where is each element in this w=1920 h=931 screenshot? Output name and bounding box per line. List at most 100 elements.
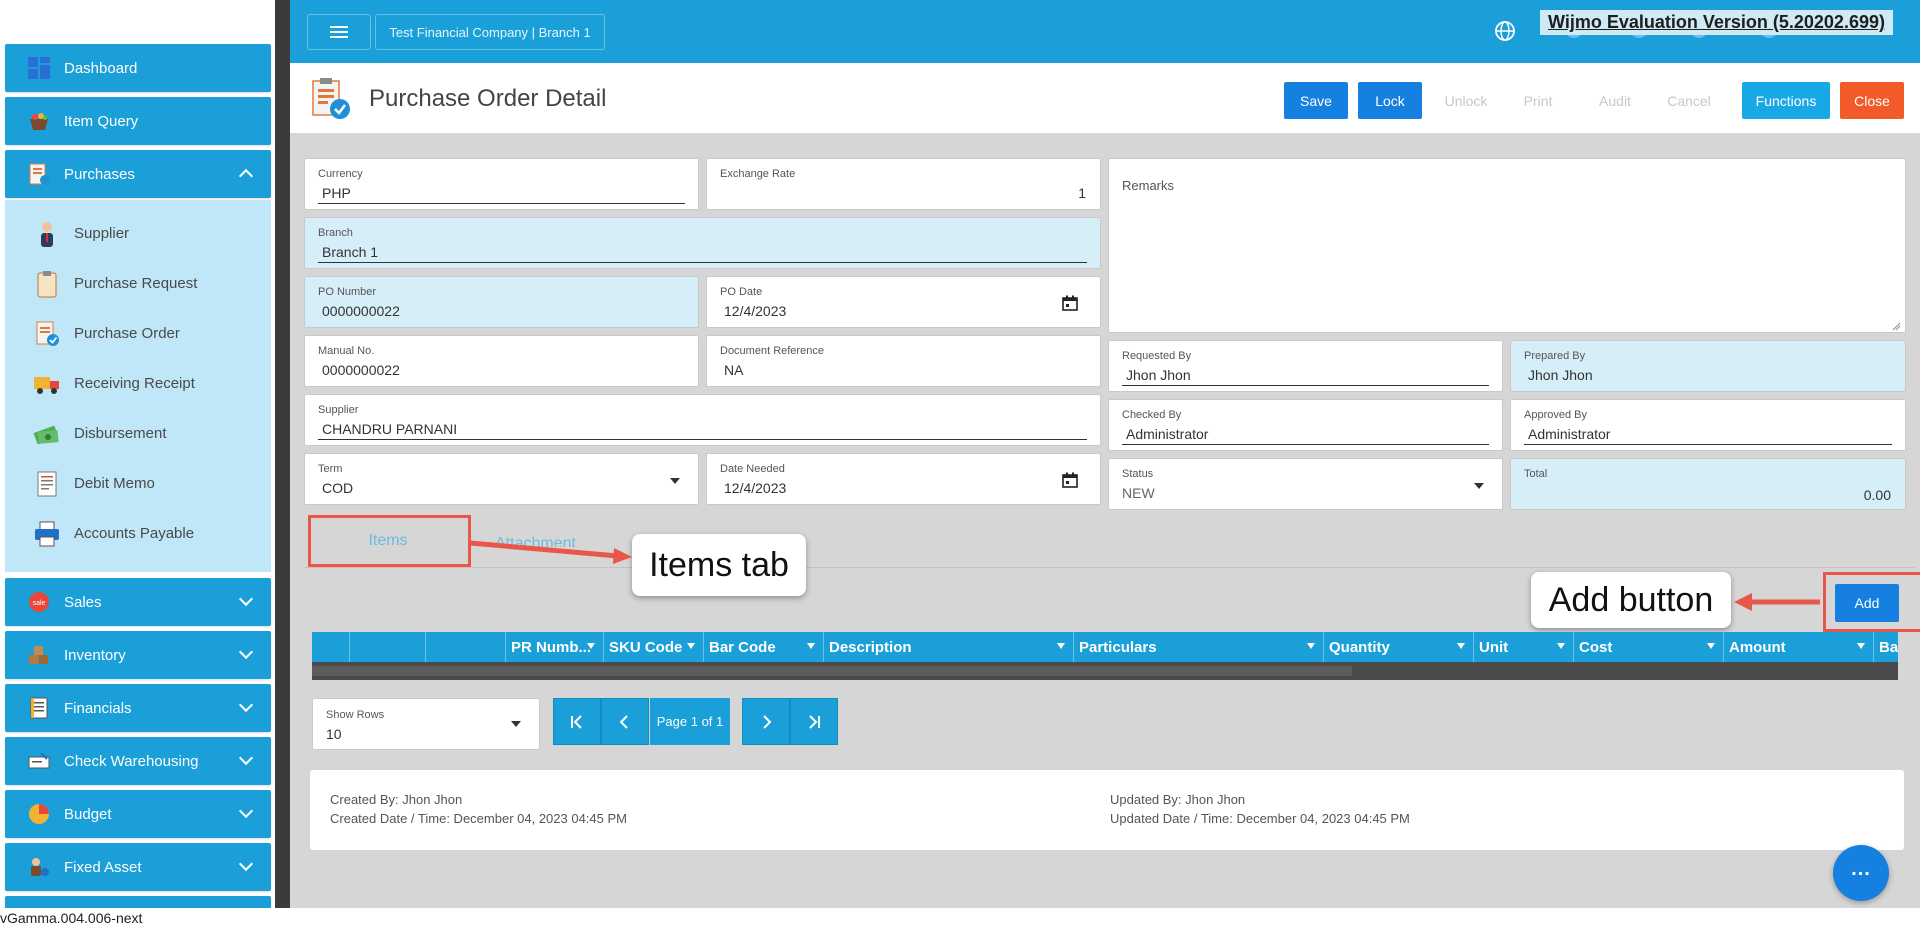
- sidebar-item-fixed-asset[interactable]: Fixed Asset: [5, 843, 271, 891]
- field-value: Administrator: [1528, 426, 1611, 442]
- sidebar-subitem-label: Purchase Request: [74, 274, 198, 292]
- filter-icon[interactable]: [807, 643, 815, 649]
- updated-date: Updated Date / Time: December 04, 2023 0…: [1110, 811, 1410, 826]
- print-button[interactable]: Print: [1510, 82, 1566, 119]
- sidebar-item-dashboard[interactable]: Dashboard: [5, 44, 271, 92]
- checked-by-field[interactable]: Checked By Administrator: [1108, 399, 1503, 451]
- sidebar-item-check-warehousing[interactable]: Check Warehousing: [5, 737, 271, 785]
- grid-header-bar-code[interactable]: Bar Code: [704, 632, 824, 662]
- po-date-field[interactable]: PO Date 12/4/2023: [706, 276, 1101, 328]
- column-label: Description: [829, 638, 912, 656]
- sidebar-item-label: Check Warehousing: [64, 752, 199, 770]
- filter-icon[interactable]: [1707, 643, 1715, 649]
- field-label: PO Date: [720, 286, 763, 298]
- date-needed-field[interactable]: Date Needed 12/4/2023: [706, 453, 1101, 505]
- sidebar-subitem-purchase-request[interactable]: Purchase Request: [5, 261, 271, 305]
- grid-header-quantity[interactable]: Quantity: [1324, 632, 1474, 662]
- field-label: Supplier: [318, 404, 359, 416]
- add-item-button[interactable]: Add: [1835, 584, 1899, 622]
- filter-icon[interactable]: [1057, 643, 1065, 649]
- scrollbar-thumb[interactable]: [312, 666, 1352, 676]
- chevron-left-icon: [619, 714, 628, 729]
- wijmo-watermark[interactable]: Wijmo Evaluation Version (5.20202.699): [1540, 10, 1893, 35]
- tab-divider: [305, 567, 1915, 568]
- sidebar-subitem-purchase-order[interactable]: Purchase Order: [5, 311, 271, 355]
- currency-field[interactable]: Currency PHP: [304, 158, 699, 210]
- functions-button[interactable]: Functions: [1742, 82, 1830, 119]
- sidebar-item-purchases[interactable]: Purchases: [5, 150, 271, 198]
- grid-header-pr-number[interactable]: PR Numb...: [506, 632, 604, 662]
- sidebar-item-financials[interactable]: Financials: [5, 684, 271, 732]
- field-label: Currency: [318, 168, 363, 180]
- field-label: Prepared By: [1524, 350, 1586, 362]
- term-select[interactable]: Term COD: [304, 453, 699, 505]
- cancel-button[interactable]: Cancel: [1656, 82, 1722, 119]
- created-by: Created By: Jhon Jhon: [330, 792, 463, 807]
- branch-field[interactable]: Branch Branch 1: [304, 217, 1101, 269]
- field-label: Show Rows: [326, 709, 385, 721]
- calendar-icon[interactable]: [1062, 472, 1078, 488]
- column-label: Bas: [1879, 638, 1898, 656]
- manual-no-field[interactable]: Manual No. 0000000022: [304, 335, 699, 387]
- lock-button[interactable]: Lock: [1358, 82, 1422, 119]
- sidebar-subitem-receiving-receipt[interactable]: Receiving Receipt: [5, 361, 271, 405]
- filter-icon[interactable]: [1557, 643, 1565, 649]
- sidebar-item-inventory[interactable]: Inventory: [5, 631, 271, 679]
- grid-header-blank: [350, 632, 426, 662]
- grid-header-description[interactable]: Description: [824, 632, 1074, 662]
- chevron-right-icon: [763, 714, 772, 729]
- sidebar-item-more[interactable]: [5, 896, 271, 908]
- memo-icon: [32, 469, 62, 499]
- sidebar-subitem-disbursement[interactable]: Disbursement: [5, 411, 271, 455]
- requested-by-field[interactable]: Requested By Jhon Jhon: [1108, 340, 1503, 392]
- status-select[interactable]: Status NEW: [1108, 458, 1503, 510]
- sidebar-item-item-query[interactable]: Item Query: [5, 97, 271, 145]
- more-actions-fab[interactable]: ...: [1833, 845, 1889, 901]
- unlock-button[interactable]: Unlock: [1432, 82, 1500, 119]
- sidebar-subitem-accounts-payable[interactable]: Accounts Payable: [5, 511, 271, 555]
- items-tab-highlight: [308, 515, 471, 567]
- menu-toggle-button[interactable]: [307, 14, 371, 50]
- sidebar-item-label: Fixed Asset: [64, 858, 142, 876]
- sidebar-subitem-label: Disbursement: [74, 424, 167, 442]
- supplier-field[interactable]: Supplier CHANDRU PARNANI: [304, 394, 1101, 446]
- globe-icon[interactable]: [1494, 20, 1516, 42]
- grid-header-particulars[interactable]: Particulars: [1074, 632, 1324, 662]
- filter-icon[interactable]: [1307, 643, 1315, 649]
- grid-header-amount[interactable]: Amount: [1724, 632, 1874, 662]
- filter-icon[interactable]: [687, 643, 695, 649]
- company-branch-selector[interactable]: Test Financial Company | Branch 1: [375, 14, 605, 50]
- grid-header-cost[interactable]: Cost: [1574, 632, 1724, 662]
- show-rows-select[interactable]: Show Rows 10: [312, 698, 540, 750]
- calendar-icon[interactable]: [1062, 295, 1078, 311]
- filter-icon[interactable]: [1457, 643, 1465, 649]
- column-label: Bar Code: [709, 638, 776, 656]
- close-button[interactable]: Close: [1840, 82, 1904, 119]
- grid-header-unit[interactable]: Unit: [1474, 632, 1574, 662]
- sidebar-item-label: Budget: [64, 805, 112, 823]
- column-label: Cost: [1579, 638, 1613, 656]
- grid-header-base[interactable]: Bas: [1874, 632, 1898, 662]
- filter-icon[interactable]: [587, 643, 595, 649]
- remarks-textarea[interactable]: Remarks: [1108, 158, 1906, 333]
- sidebar-item-budget[interactable]: Budget: [5, 790, 271, 838]
- approved-by-field[interactable]: Approved By Administrator: [1510, 399, 1906, 451]
- grid-horizontal-scrollbar[interactable]: [312, 662, 1898, 680]
- sidebar-subitem-supplier[interactable]: Supplier: [5, 211, 271, 255]
- grid-header-sku-code[interactable]: SKU Code: [604, 632, 704, 662]
- previous-page-button[interactable]: [601, 698, 649, 745]
- svg-text:sale: sale: [33, 600, 46, 607]
- next-page-button[interactable]: [742, 698, 790, 745]
- sidebar-subitem-debit-memo[interactable]: Debit Memo: [5, 461, 271, 505]
- field-value: 0.00: [1863, 487, 1891, 503]
- save-button[interactable]: Save: [1284, 82, 1348, 119]
- filter-icon[interactable]: [1857, 643, 1865, 649]
- first-page-button[interactable]: [553, 698, 601, 745]
- field-value: PHP: [322, 185, 351, 201]
- resize-handle-icon[interactable]: [1891, 318, 1901, 331]
- sidebar-item-sales[interactable]: sale Sales: [5, 578, 271, 626]
- exchange-rate-field[interactable]: Exchange Rate 1: [706, 158, 1101, 210]
- audit-button[interactable]: Audit: [1584, 82, 1646, 119]
- document-reference-field[interactable]: Document Reference NA: [706, 335, 1101, 387]
- last-page-button[interactable]: [790, 698, 838, 745]
